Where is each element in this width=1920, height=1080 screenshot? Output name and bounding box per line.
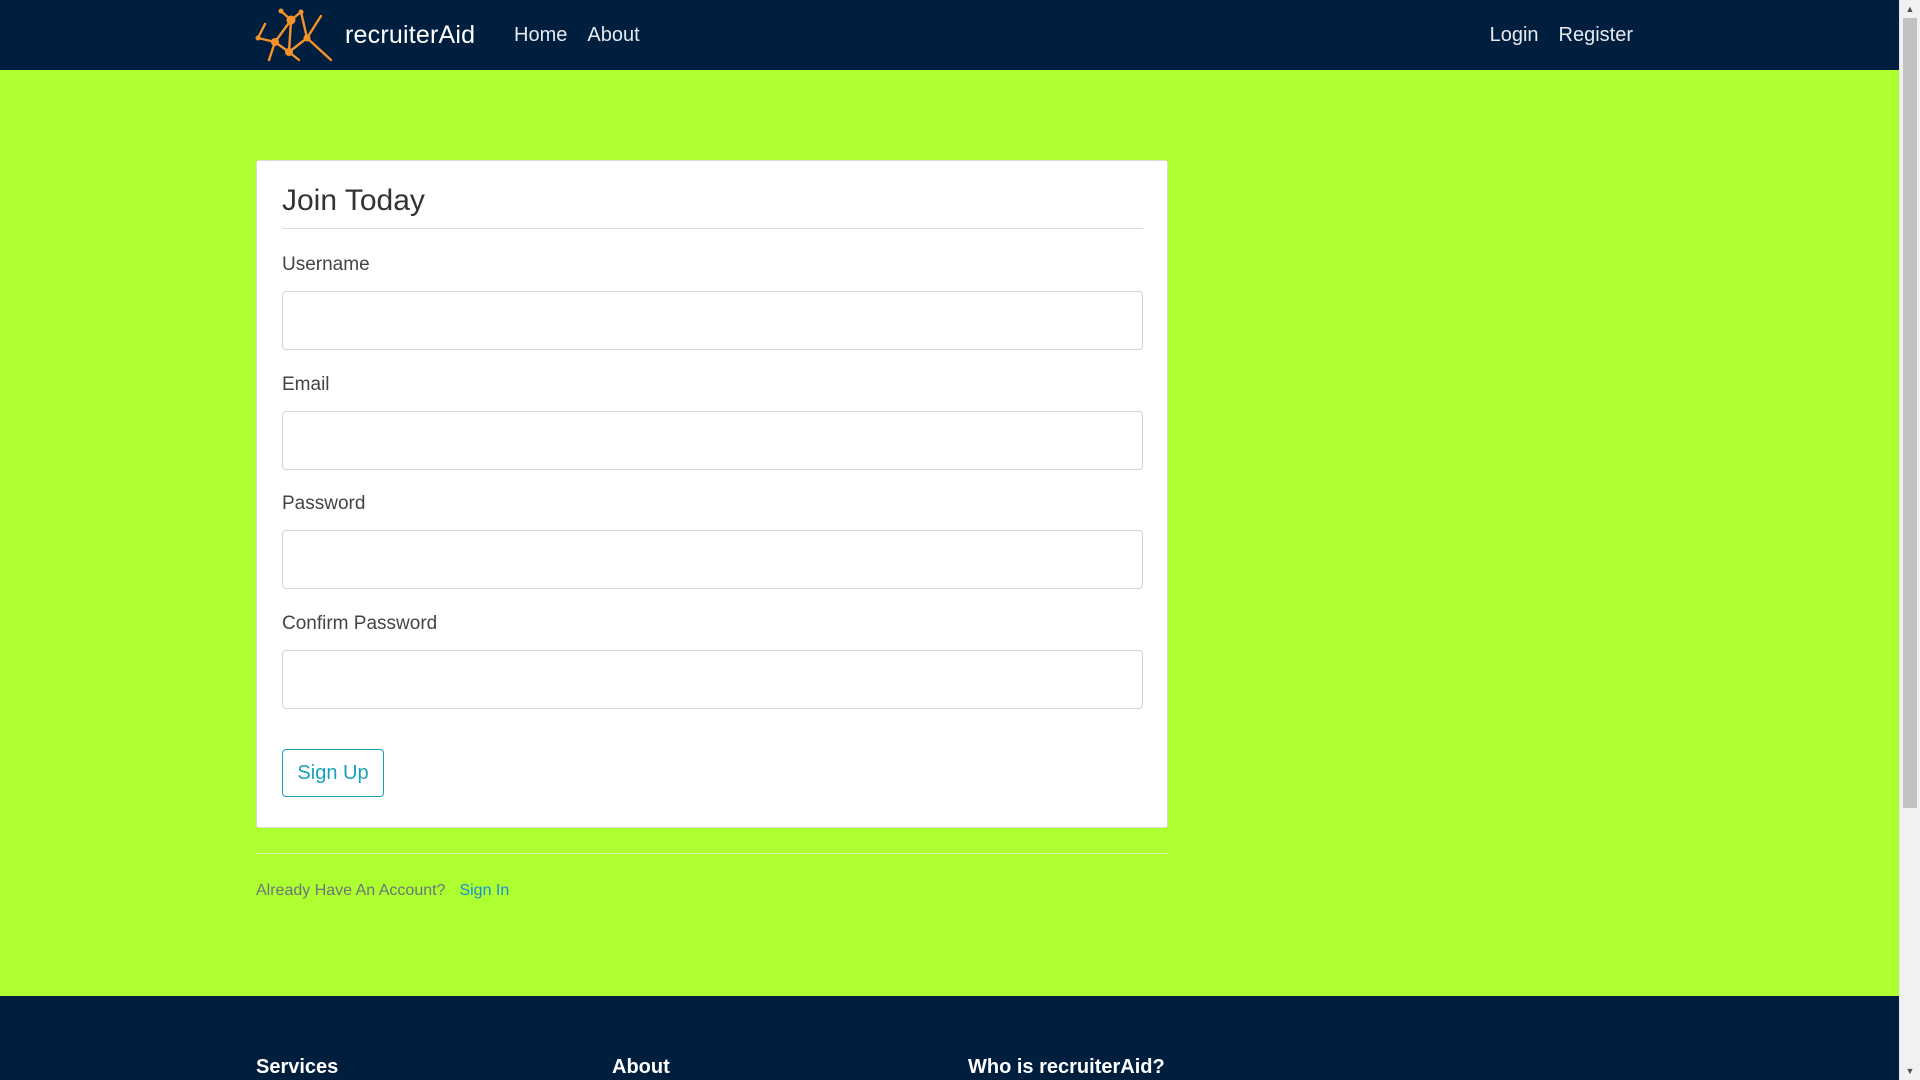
divider [256,853,1168,854]
nav-right: Login Register [1490,0,1633,70]
account-prompt-text: Already Have An Account? [256,882,446,899]
footer-heading-services: Services [256,1056,339,1078]
network-graph-icon [255,8,333,62]
nav-link-about[interactable]: About [587,24,639,47]
footer-heading-about: About [612,1056,670,1078]
brand-name: recruiterAid [345,20,476,49]
nav-link-login[interactable]: Login [1490,24,1539,47]
nav-link-home[interactable]: Home [514,24,567,47]
brand-link[interactable]: recruiterAid [255,8,475,62]
top-navbar: recruiterAid Home About Login Register [0,0,1899,70]
confirm-password-label: Confirm Password [282,613,438,634]
password-input[interactable] [282,530,1143,589]
page: recruiterAid Home About Login Register J… [0,0,1899,1080]
confirm-password-input[interactable] [282,650,1143,709]
form-legend: Join Today [282,179,1143,229]
email-label: Email [282,374,330,395]
sign-up-button[interactable]: Sign Up [282,749,384,797]
footer: Services About Who is recruiterAid? [0,996,1899,1080]
register-form-card: Join Today Username Email Password Confi… [256,160,1168,828]
scroll-down-arrow-icon[interactable]: ▼ [1900,1063,1920,1079]
username-input[interactable] [282,291,1143,350]
password-label: Password [282,493,366,514]
username-label: Username [282,254,370,275]
scroll-up-arrow-icon[interactable]: ▲ [1900,1,1920,17]
nav-left: Home About [514,0,640,70]
nav-link-register[interactable]: Register [1559,24,1633,47]
account-prompt-row: Already Have An Account? Sign In [256,882,509,900]
email-input[interactable] [282,411,1143,470]
vertical-scrollbar[interactable]: ▲ ▼ [1899,0,1920,1080]
sign-in-link[interactable]: Sign In [459,882,509,900]
scrollbar-thumb[interactable] [1903,18,1917,808]
footer-heading-who: Who is recruiterAid? [968,1056,1165,1078]
